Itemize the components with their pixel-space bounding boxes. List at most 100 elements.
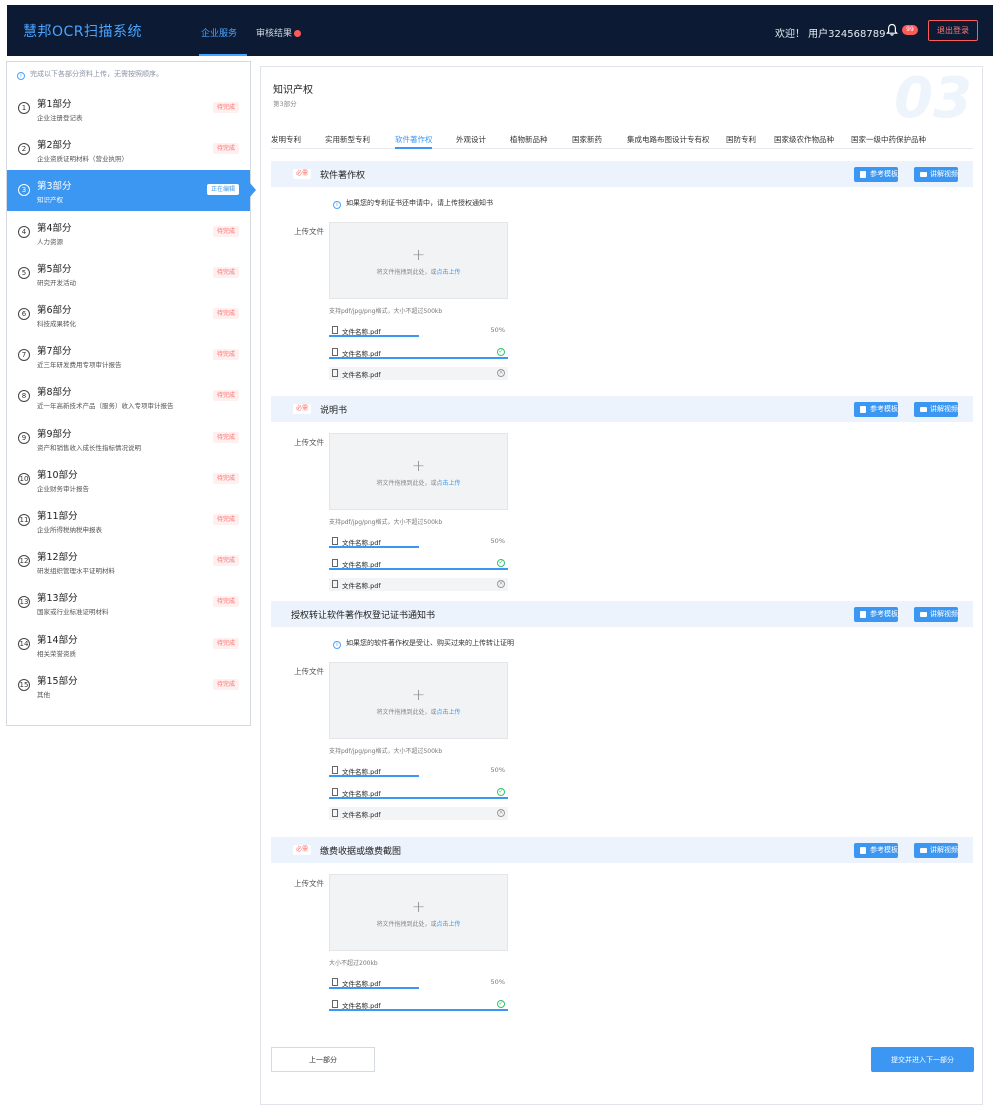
submit-next-button[interactable]: 提交并进入下一部分 [871,1047,974,1072]
sidebar-step[interactable]: 3 第3部分 知识产权 正在编辑 [7,170,256,212]
sidebar-step[interactable]: 2 第2部分 企业资质证明材料（营业执照） 待完成 [7,129,250,170]
check-circle-icon: ✓ [497,347,505,356]
step-number: 15 [18,678,30,691]
remove-file-icon[interactable]: × [497,369,505,377]
step-status-badge: 待完成 [212,143,239,155]
upload-hint-text: 如果您的专利证书还申请中，请上传授权通知书 [346,199,493,207]
click-upload-link[interactable]: 点击上传 [437,921,461,928]
file-format-note: 大小不超过200kb [329,960,378,967]
document-icon [860,406,866,413]
step-description: 企业所得税纳税申报表 [37,526,102,534]
reference-template-button[interactable]: 参考模板 [854,843,898,858]
click-upload-link[interactable]: 点击上传 [437,709,461,716]
sidebar-step[interactable]: 13 第13部分 国家或行业标准证明材料 待完成 [7,582,250,623]
step-status-badge: 正在编辑 [206,184,239,196]
upload-percent: 50% [490,766,505,774]
uploaded-file-item[interactable]: 文件名称.pdf × [329,807,508,820]
step-status-badge: 待完成 [212,514,239,525]
sidebar-step[interactable]: 5 第5部分 研究开发活动 待完成 [7,253,250,294]
tab-6[interactable]: 国家新药 [572,134,602,145]
step-title: 第14部分 [37,634,78,646]
file-name: 文件名称.pdf [342,582,381,590]
file-format-note: 支持pdf/jpg/png格式，大小不超过500kb [329,308,443,315]
step-description: 其他 [37,690,50,699]
file-icon [332,347,338,356]
uploaded-file-item[interactable]: 文件名称.pdf ✓ [329,786,508,799]
tab-10[interactable]: 国家一级中药保护品种 [851,134,926,145]
click-upload-link[interactable]: 点击上传 [437,269,461,276]
sidebar-step[interactable]: 8 第8部分 近一年高新技术产品（服务）收入专项审计报告 待完成 [7,376,250,417]
sidebar-step[interactable]: 11 第11部分 企业所得税纳税申报表 待完成 [7,500,250,541]
step-title: 第10部分 [37,469,78,481]
document-icon [860,611,866,618]
reference-template-button[interactable]: 参考模板 [854,607,898,622]
uploaded-file-item[interactable]: 文件名称.pdf 50% [329,324,508,337]
file-dropzone[interactable]: + 将文件拖拽到此处，或点击上传 [329,433,508,510]
uploaded-file-item[interactable]: 文件名称.pdf ✓ [329,346,508,359]
file-dropzone[interactable]: + 将文件拖拽到此处，或点击上传 [329,662,508,739]
document-icon [860,171,866,178]
sidebar-step[interactable]: 4 第4部分 人力资源 待完成 [7,212,250,253]
uploaded-file-item[interactable]: 文件名称.pdf 50% [329,535,508,548]
welcome-user-text: 欢迎！ 用户324568789 [775,29,886,40]
step-title: 第13部分 [37,593,78,605]
explain-video-button[interactable]: 讲解视频 [914,402,958,417]
nav-enterprise-service[interactable]: 企业服务 [201,26,237,39]
sidebar-step[interactable]: 6 第6部分 科技成果转化 待完成 [7,294,250,335]
upload-complete-bar [329,356,508,359]
step-title: 第12部分 [37,552,78,564]
tab-9[interactable]: 国家级农作物品种 [774,134,834,145]
tab-8[interactable]: 国防专利 [726,134,756,145]
reference-template-button[interactable]: 参考模板 [854,402,898,417]
video-icon [920,407,927,412]
plus-icon: + [411,897,426,916]
step-status-badge: 待完成 [212,555,239,567]
click-upload-link[interactable]: 点击上传 [437,480,461,487]
uploaded-file-item[interactable]: 文件名称.pdf 50% [329,764,508,777]
explain-video-button[interactable]: 讲解视频 [914,843,958,858]
explain-video-label: 讲解视频 [930,610,958,618]
sidebar-step[interactable]: 1 第1部分 企业注册登记表 待完成 [7,88,250,129]
sidebar-step[interactable]: 7 第7部分 近三年研发费用专项审计报告 待完成 [7,335,250,376]
file-icon [332,787,338,796]
tab-2[interactable]: 实用新型专利 [325,134,370,145]
step-description: 研究开发活动 [37,278,76,287]
sidebar-step[interactable]: 10 第10部分 企业财务审计报告 待完成 [7,459,250,500]
uploaded-file-item[interactable]: 文件名称.pdf 50% [329,976,508,989]
file-dropzone[interactable]: + 将文件拖拽到此处，或点击上传 [329,874,508,951]
tab-7[interactable]: 集成电路布图设计专有权 [627,134,710,145]
previous-part-button[interactable]: 上一部分 [271,1047,375,1072]
reference-template-button[interactable]: 参考模板 [854,167,898,182]
step-description: 人力资源 [37,237,63,246]
sidebar-step[interactable]: 14 第14部分 相关荣誉资质 待完成 [7,624,250,665]
required-tag: 必需 [293,169,312,179]
sidebar-step[interactable]: 12 第12部分 研发组织管理水平证明材料 待完成 [7,541,250,582]
tab-3[interactable]: 软件著作权 [395,134,433,145]
sidebar-step[interactable]: 9 第9部分 资产和销售收入成长性指标情况说明 待完成 [7,418,250,459]
tab-1[interactable]: 发明专利 [271,134,301,145]
step-description: 企业资质证明材料（营业执照） [37,155,128,164]
logout-button[interactable]: 退出登录 [928,20,978,41]
tab-5[interactable]: 植物新品种 [510,134,548,145]
step-title: 第3部分 [37,181,72,193]
explain-video-button[interactable]: 讲解视频 [914,607,958,622]
uploaded-file-item[interactable]: 文件名称.pdf ✓ [329,998,508,1011]
sidebar-step[interactable]: 15 第15部分 其他 待完成 [7,665,250,706]
uploaded-file-item[interactable]: 文件名称.pdf × [329,367,508,380]
file-dropzone[interactable]: + 将文件拖拽到此处，或点击上传 [329,222,508,299]
explain-video-button[interactable]: 讲解视频 [914,167,958,182]
uploaded-file-item[interactable]: 文件名称.pdf ✓ [329,557,508,570]
nav-review-results[interactable]: 审核结果 [256,26,302,39]
remove-file-icon[interactable]: × [497,580,505,588]
dropzone-text: 将文件拖拽到此处，或点击上传 [330,478,507,487]
tab-4[interactable]: 外观设计 [456,134,486,145]
section-title: 授权转让软件著作权登记证书通知书 [291,611,436,621]
top-header: 慧邦OCR扫描系统 企业服务 审核结果 欢迎！ 用户324568789 99 退… [7,5,993,56]
section-number-watermark: 03 [894,66,972,131]
file-icon [332,326,338,334]
upload-hint: i 如果您的软件著作权是受让、购买过来的上传转让证明 [333,638,514,649]
bell-icon[interactable] [885,23,899,37]
remove-file-icon[interactable]: × [497,809,505,817]
upload-progress-bar [329,335,419,337]
uploaded-file-item[interactable]: 文件名称.pdf × [329,578,508,591]
